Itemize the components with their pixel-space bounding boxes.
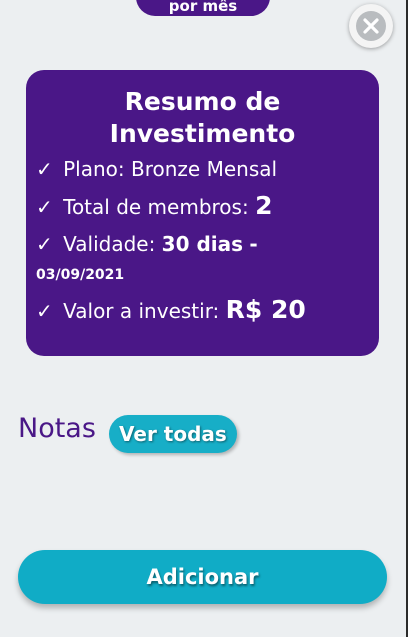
validity-date: 03/09/2021 <box>36 267 125 283</box>
check-icon: ✓ <box>36 299 53 323</box>
plan-row: ✓ Plano: Bronze Mensal <box>36 156 369 182</box>
plan-price-pill: por mês <box>136 0 270 16</box>
add-button[interactable]: Adicionar <box>18 550 387 604</box>
members-value: 2 <box>255 191 273 220</box>
plan-label: Plano: <box>63 157 125 181</box>
check-icon: ✓ <box>36 232 53 256</box>
validity-value: 30 dias <box>161 232 244 256</box>
notes-heading: Notas <box>18 413 96 444</box>
members-row: ✓ Total de membros: 2 <box>36 193 369 220</box>
close-icon <box>356 11 386 41</box>
plan-value: Bronze Mensal <box>131 157 278 181</box>
invest-label: Valor a investir: <box>63 299 220 323</box>
validity-separator: - <box>249 232 258 256</box>
validity-date-row: 03/09/2021 <box>36 259 369 288</box>
investment-summary-card: Resumo de Investimento ✓ Plano: Bronze M… <box>26 70 379 356</box>
invest-row: ✓ Valor a investir: R$ 20 <box>36 297 369 324</box>
validity-label: Validade: <box>63 232 156 256</box>
validity-row: ✓ Validade: 30 dias - <box>36 231 369 257</box>
check-icon: ✓ <box>36 195 53 219</box>
summary-title: Resumo de Investimento <box>109 87 296 148</box>
see-all-notes-button[interactable]: Ver todas <box>109 415 237 453</box>
price-period-label: por mês <box>168 0 238 15</box>
check-icon: ✓ <box>36 157 53 181</box>
close-button[interactable] <box>349 4 393 48</box>
page: por mês Resumo de Investimento ✓ Plano: … <box>0 0 408 637</box>
members-label: Total de membros: <box>63 195 249 219</box>
invest-value: R$ 20 <box>225 295 306 324</box>
